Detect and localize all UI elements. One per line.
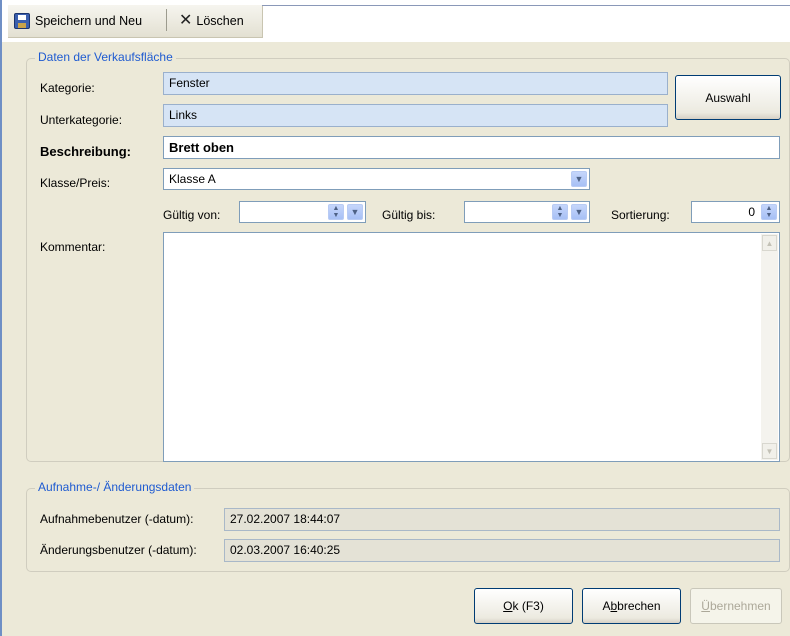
ok-label: k (F3) (512, 599, 544, 613)
floppy-disk-icon (14, 13, 30, 29)
category-label: Kategorie: (40, 81, 95, 95)
valid-to-value: . . (483, 222, 506, 223)
valid-to-label: Gültig bis: (382, 208, 436, 222)
scroll-up-icon[interactable]: ▲ (762, 235, 777, 251)
class-price-value: Klasse A (169, 172, 216, 186)
audit-group-title: Aufnahme-/ Änderungsdaten (35, 480, 195, 494)
delete-button[interactable]: ✕ Löschen (179, 11, 244, 31)
save-new-button[interactable]: Speichern und Neu (14, 11, 142, 31)
comment-value (164, 233, 779, 239)
valid-from-spin-icon[interactable]: ▲ ▼ (328, 204, 344, 220)
class-price-label: Klasse/Preis: (40, 176, 111, 190)
description-label: Beschreibung: (40, 144, 132, 159)
description-input[interactable]: Brett oben (163, 136, 780, 159)
sales-area-group-title: Daten der Verkaufsfläche (35, 50, 176, 64)
toolbar-divider-line (262, 5, 790, 6)
apply-mnemonic: Ü (701, 599, 710, 613)
chevron-down-icon[interactable]: ▼ (571, 171, 587, 187)
sort-value: 0 (748, 205, 755, 219)
changed-field: 02.03.2007 16:40:25 (224, 539, 780, 562)
save-new-label: Speichern und Neu (35, 14, 143, 28)
subcategory-label: Unterkategorie: (40, 113, 123, 127)
apply-label: bernehmen (709, 599, 771, 613)
valid-to-chevron-down-icon[interactable]: ▼ (571, 204, 587, 220)
valid-from-chevron-down-icon[interactable]: ▼ (347, 204, 363, 220)
toolbar-separator (166, 9, 167, 31)
ok-button[interactable]: Ok (F3) (474, 588, 573, 624)
sort-label: Sortierung: (611, 208, 670, 222)
toolbar: Speichern und Neu ✕ Löschen (2, 0, 790, 42)
comment-scrollbar[interactable]: ▲ ▼ (761, 234, 778, 460)
cancel-mnemonic: b (610, 599, 618, 613)
apply-button[interactable]: Übernehmen (690, 588, 782, 624)
valid-from-value: . . (258, 222, 281, 223)
created-field: 27.02.2007 18:44:07 (224, 508, 780, 531)
created-label: Aufnahmebenutzer (-datum): (40, 512, 194, 526)
category-field: Fenster (163, 72, 668, 95)
delete-label: Löschen (196, 14, 244, 28)
dialog-window: Speichern und Neu ✕ Löschen Daten der Ve… (0, 0, 790, 636)
changed-label: Änderungsbenutzer (-datum): (40, 543, 197, 557)
ok-mnemonic: O (503, 599, 513, 613)
close-x-icon: ✕ (179, 12, 193, 29)
class-price-select[interactable]: Klasse A ▼ (163, 168, 590, 190)
cancel-label-prefix: A (602, 599, 611, 613)
select-button[interactable]: Auswahl (675, 75, 781, 120)
valid-to-spin-icon[interactable]: ▲ ▼ (552, 204, 568, 220)
cancel-button[interactable]: Ab brechen (582, 588, 681, 624)
sort-spin-icon[interactable]: ▲ ▼ (761, 204, 777, 220)
comment-textarea[interactable]: ▲ ▼ (163, 232, 780, 462)
cancel-label: brechen (617, 599, 661, 613)
comment-label: Kommentar: (40, 240, 106, 254)
valid-from-label: Gültig von: (163, 208, 221, 222)
scroll-down-icon[interactable]: ▼ (762, 443, 777, 459)
subcategory-field: Links (163, 104, 668, 127)
